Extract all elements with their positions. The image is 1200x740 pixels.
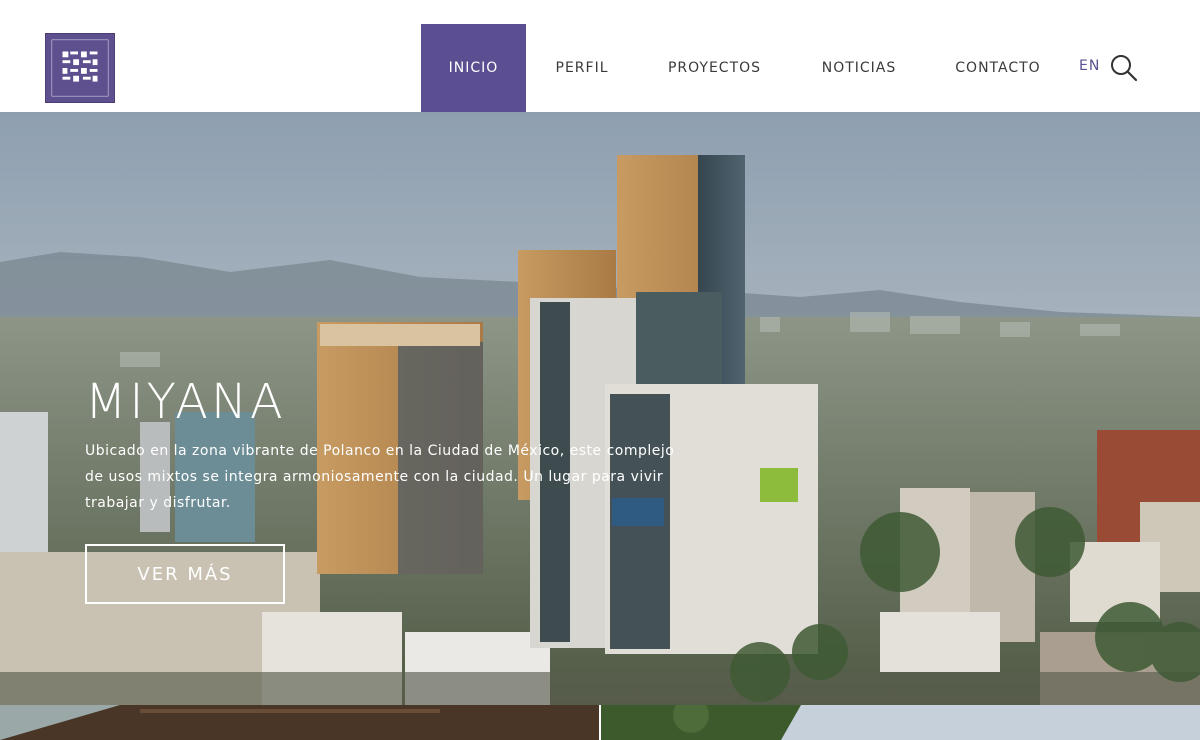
language-toggle[interactable]: EN (1079, 58, 1100, 74)
search-icon[interactable] (1110, 54, 1138, 82)
legorreta-logo[interactable] (45, 33, 115, 103)
project-thumbnail-left[interactable] (0, 705, 599, 740)
site-header: INICIO PERFIL PROYECTOS NOTICIAS CONTACT… (0, 0, 1200, 112)
hero-banner: MIYANA Ubicado en la zona vibrante de Po… (0, 112, 1200, 705)
nav-item-proyectos[interactable]: PROYECTOS (638, 24, 791, 112)
main-nav: INICIO PERFIL PROYECTOS NOTICIAS CONTACT… (421, 24, 1069, 112)
ver-mas-button[interactable]: VER MÁS (85, 544, 285, 604)
nav-item-noticias[interactable]: NOTICIAS (791, 24, 927, 112)
nav-item-inicio[interactable]: INICIO (421, 24, 526, 112)
nav-item-contacto[interactable]: CONTACTO (927, 24, 1069, 112)
project-thumbnail-right[interactable] (601, 705, 1200, 740)
nav-item-perfil[interactable]: PERFIL (526, 24, 638, 112)
hero-title: MIYANA (85, 374, 286, 430)
hero-description: Ubicado en la zona vibrante de Polanco e… (85, 443, 675, 511)
